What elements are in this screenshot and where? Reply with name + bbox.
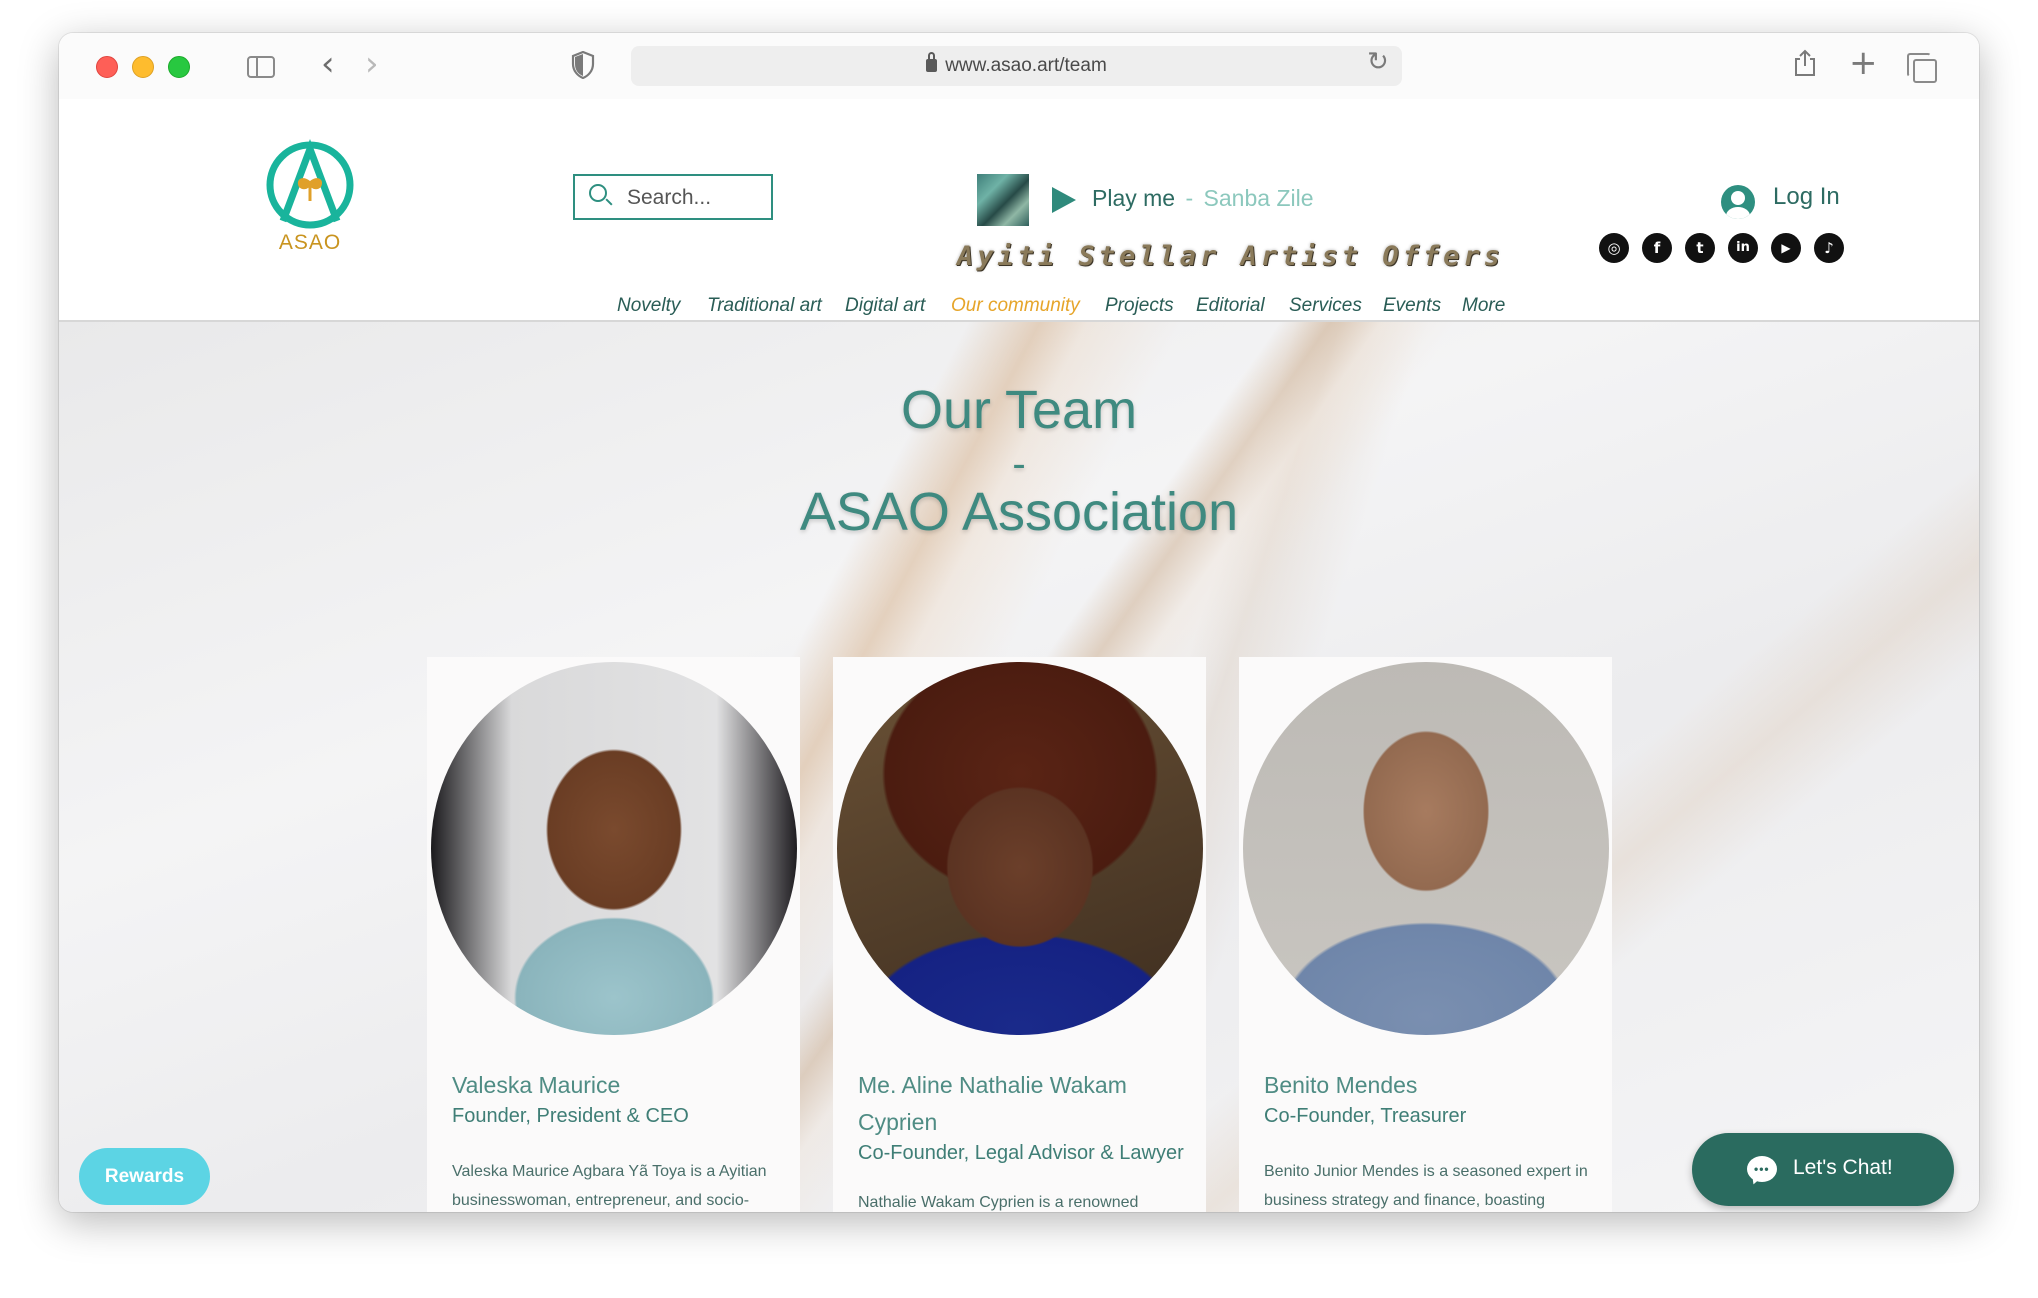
nav-more[interactable]: More	[1462, 295, 1505, 317]
member-bio: Benito Junior Mendes is a seasoned exper…	[1264, 1163, 1588, 1209]
search-icon	[589, 184, 607, 202]
asao-logo[interactable]: ASAO	[253, 139, 367, 259]
address-bar[interactable]: www.asao.art/team	[631, 46, 1402, 86]
tab-overview-icon[interactable]	[1907, 53, 1937, 83]
zoom-window-button[interactable]	[168, 56, 190, 78]
song-title: Sanba Zile	[1203, 185, 1314, 211]
nav-events[interactable]: Events	[1383, 295, 1441, 317]
member-bio: Valeska Maurice Agbara Yã Toya is a Ayit…	[452, 1163, 767, 1209]
nav-traditional-art[interactable]: Traditional art	[707, 295, 822, 317]
team-card: Me. Aline Nathalie Wakam Cyprien Co-Foun…	[833, 657, 1206, 1212]
logo-text: ASAO	[278, 231, 342, 254]
nav-digital-art[interactable]: Digital art	[845, 295, 925, 317]
member-name: Benito Mendes	[1264, 1072, 1418, 1098]
member-name: Me. Aline Nathalie Wakam Cyprien	[858, 1072, 1127, 1135]
privacy-shield-icon[interactable]	[571, 51, 595, 79]
login-label: Log In	[1773, 183, 1840, 210]
url-text: www.asao.art/team	[945, 55, 1107, 76]
facebook-icon[interactable]: f	[1642, 233, 1672, 263]
linkedin-icon[interactable]: in	[1728, 233, 1758, 263]
member-name: Valeska Maurice	[452, 1072, 621, 1098]
site-tagline: Ayiti Stellar Artist Offers	[957, 241, 1504, 272]
chat-button[interactable]: ••• Let's Chat!	[1692, 1133, 1954, 1206]
forward-arrow-icon[interactable]: ›	[365, 47, 379, 81]
new-tab-icon[interactable]: +	[1849, 43, 1878, 83]
album-art	[977, 174, 1029, 226]
instagram-icon[interactable]: ◎	[1599, 233, 1629, 263]
close-window-button[interactable]	[96, 56, 118, 78]
member-photo	[431, 662, 797, 1035]
page-title-line2: ASAO Association	[799, 482, 1239, 542]
team-card: Valeska Maurice Founder, President & CEO…	[427, 657, 800, 1212]
share-icon[interactable]	[1794, 49, 1816, 77]
browser-toolbar: ‹ › www.asao.art/team ↻ +	[59, 33, 1979, 99]
music-player-label[interactable]: Play me - Sanba Zile	[1092, 185, 1314, 212]
twitter-icon[interactable]: t	[1685, 233, 1715, 263]
nav-services[interactable]: Services	[1289, 295, 1362, 317]
search-placeholder: Search...	[627, 186, 712, 209]
youtube-icon[interactable]: ▶	[1771, 233, 1801, 263]
reload-icon[interactable]: ↻	[1367, 47, 1389, 77]
nav-projects[interactable]: Projects	[1105, 295, 1174, 317]
member-role: Founder, President & CEO	[452, 1105, 689, 1127]
user-avatar-icon	[1721, 185, 1755, 219]
nav-our-community[interactable]: Our community	[951, 295, 1080, 317]
rewards-button[interactable]: Rewards	[79, 1148, 210, 1205]
tiktok-icon[interactable]: ♪	[1814, 233, 1844, 263]
nav-novelty[interactable]: Novelty	[617, 295, 680, 317]
logo-emblem-icon	[266, 139, 354, 229]
chat-label: Let's Chat!	[1793, 1156, 1893, 1179]
play-icon[interactable]	[1052, 187, 1076, 213]
member-role: Co-Founder, Legal Advisor & Lawyer	[858, 1142, 1184, 1164]
url-display: www.asao.art/team	[631, 52, 1402, 77]
back-arrow-icon[interactable]: ‹	[321, 47, 335, 81]
member-photo	[1243, 662, 1609, 1035]
play-label: Play me	[1092, 185, 1176, 211]
site-header: ASAO Search... Play me - Sanba Zile Ayit…	[59, 99, 1979, 322]
team-section: Our Team - ASAO Association Valeska Maur…	[59, 322, 1979, 1212]
member-role: Co-Founder, Treasurer	[1264, 1105, 1467, 1127]
browser-window: ‹ › www.asao.art/team ↻ + ASAO Search...…	[59, 33, 1979, 1212]
minimize-window-button[interactable]	[132, 56, 154, 78]
chat-dots: •••	[1754, 1162, 1770, 1176]
member-bio: Nathalie Wakam Cyprien is a renowned law…	[858, 1194, 1139, 1211]
team-card: Benito Mendes Co-Founder, Treasurer Beni…	[1239, 657, 1612, 1212]
sidebar-toggle-icon[interactable]	[247, 56, 275, 78]
page-title-line1: Our Team	[900, 380, 1138, 440]
nav-editorial[interactable]: Editorial	[1196, 295, 1265, 317]
lock-icon	[926, 52, 938, 72]
member-photo	[837, 662, 1203, 1035]
search-input[interactable]: Search...	[573, 174, 773, 220]
player-separator: -	[1185, 185, 1194, 211]
